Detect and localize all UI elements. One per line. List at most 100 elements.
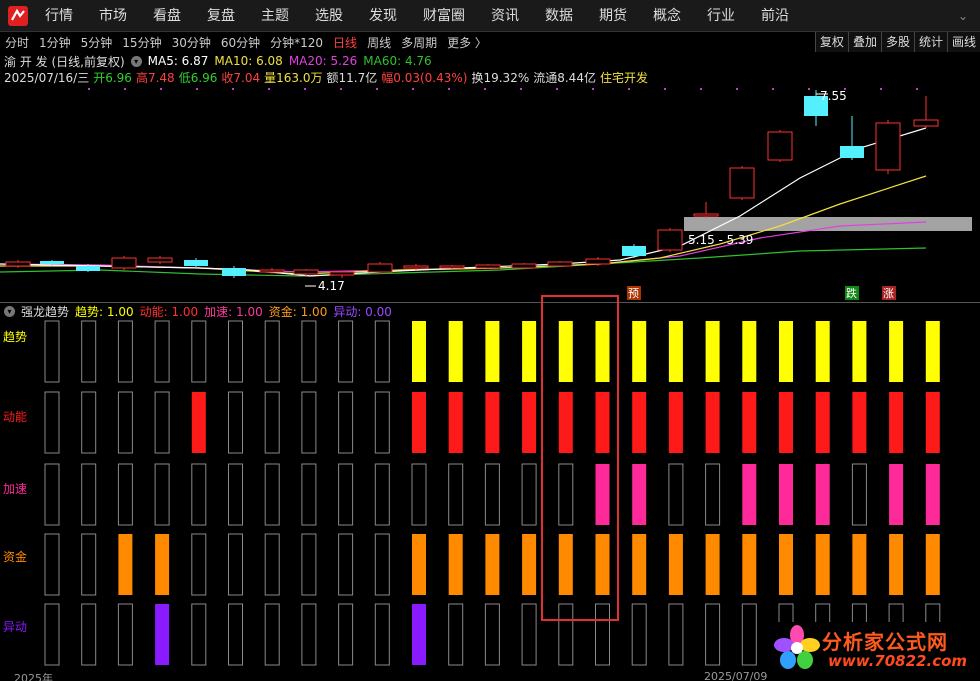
indicator-cell-anomaly: [44, 603, 60, 666]
indicator-cell-accel: [558, 463, 574, 526]
nav-item[interactable]: 复盘: [194, 0, 248, 32]
indicator-cell-trend: [117, 320, 133, 383]
indicator-cell-momentum: [742, 392, 757, 453]
period-tab[interactable]: 周线: [362, 34, 396, 51]
quote-open: 开6.96: [93, 70, 132, 85]
marker-dot: [124, 88, 126, 90]
indicator-cell-accel: [595, 464, 610, 525]
nav-item[interactable]: 主题: [248, 0, 302, 32]
nav-item[interactable]: 行情: [32, 0, 86, 32]
quote-info-row: 2025/07/16/三 开6.96 高7.48 低6.96 收7.04 量16…: [4, 69, 648, 85]
indicator-cell-accel: [117, 463, 133, 526]
indicator-cell-accel: [851, 463, 867, 526]
candle-body: [767, 131, 793, 161]
stock-name[interactable]: 渝 开 发 (日线,前复权): [4, 53, 125, 70]
ma60-line: [0, 247, 927, 277]
indicator-cell-anomaly: [301, 603, 317, 666]
candle-body: [222, 268, 246, 276]
nav-item[interactable]: 前沿: [748, 0, 802, 32]
indicator-cell-accel: [228, 463, 243, 526]
indicator-cell-capital: [44, 533, 60, 596]
app-logo-icon[interactable]: [4, 2, 32, 30]
nav-item[interactable]: 概念: [640, 0, 694, 32]
marker-dot: [376, 88, 378, 90]
settings-circle-icon[interactable]: ▾: [130, 55, 142, 67]
period-tab[interactable]: 30分钟: [167, 34, 216, 51]
indicator-cell-capital: [632, 534, 647, 595]
candle-body: [111, 257, 137, 269]
indicator-row-label: 资金: [3, 550, 28, 564]
indicator-cell-trend: [522, 321, 537, 382]
period-tab[interactable]: 分时: [0, 34, 34, 51]
toolbar-button[interactable]: 复权: [814, 32, 848, 52]
quote-high: 高7.48: [135, 70, 175, 85]
period-tab[interactable]: 15分钟: [117, 34, 166, 51]
indicator-cell-momentum: [595, 392, 610, 453]
candle-body: [913, 119, 939, 127]
support-zone: [684, 217, 972, 231]
nav-item[interactable]: 数据: [532, 0, 586, 32]
period-tab[interactable]: 1分钟: [34, 34, 76, 51]
indicator-cell-accel: [374, 463, 390, 526]
indicator-cell-trend: [81, 320, 97, 383]
nav-item[interactable]: 看盘: [140, 0, 194, 32]
indicator-cell-momentum: [522, 392, 537, 453]
period-tab[interactable]: 60分钟: [216, 34, 265, 51]
nav-item[interactable]: 选股: [302, 0, 356, 32]
indicator-cell-capital: [374, 533, 390, 596]
indicator-cell-momentum: [374, 391, 390, 454]
indicator-cell-trend: [595, 321, 610, 382]
indicator-cell-accel: [264, 463, 280, 526]
period-tab[interactable]: 更多 〉: [442, 34, 492, 51]
chevron-down-icon[interactable]: ⌄: [958, 9, 968, 23]
indicator-cell-trend: [154, 320, 170, 383]
period-tab[interactable]: 分钟*120: [265, 34, 328, 51]
indicator-cell-trend: [301, 320, 317, 383]
nav-item[interactable]: 市场: [86, 0, 140, 32]
indicator-cell-capital: [81, 533, 97, 596]
indicator-cell-trend: [44, 320, 60, 383]
indicator-cell-capital: [705, 534, 720, 595]
indicator-cell-trend: [779, 321, 793, 382]
indicator-cell-trend: [228, 320, 243, 383]
watermark-url: www.70822.com: [828, 652, 968, 670]
indicator-settings-icon[interactable]: ▾: [4, 305, 15, 317]
indicator-grid[interactable]: 预跌涨: [0, 286, 980, 671]
candle-body: [875, 122, 901, 171]
indicator-row-label: 加速: [3, 482, 28, 496]
toolbar-button[interactable]: 多股: [880, 32, 914, 52]
indicator-cell-capital: [155, 534, 170, 595]
nav-item[interactable]: 发现: [356, 0, 410, 32]
indicator-cell-accel: [301, 463, 317, 526]
ma-info-row: 渝 开 发 (日线,前复权) ▾ MA5: 6.87 MA10: 6.08 MA…: [4, 53, 432, 69]
toolbar-button[interactable]: 叠加: [847, 32, 881, 52]
indicator-cell-capital: [301, 533, 317, 596]
ma5-value: MA5: 6.87: [147, 54, 209, 68]
toolbar-button[interactable]: 统计: [913, 32, 947, 52]
nav-item[interactable]: 资讯: [478, 0, 532, 32]
candlestick-chart[interactable]: 7.55 4.17 5.15 - 5.39: [0, 86, 980, 302]
indicator-cell-momentum: [154, 391, 170, 454]
indicator-cell-momentum: [889, 392, 904, 453]
indicator-cell-trend: [925, 321, 940, 382]
nav-item[interactable]: 行业: [694, 0, 748, 32]
period-tab[interactable]: 多周期: [396, 34, 442, 51]
indicator-cell-accel: [779, 464, 793, 525]
indicator-cell-accel: [484, 463, 500, 526]
indicator-cell-trend: [191, 320, 207, 383]
indicator-cell-momentum: [264, 391, 280, 454]
indicator-cell-momentum: [815, 392, 830, 453]
indicator-cell-accel: [668, 463, 684, 526]
indicator-row-label: 趋势: [3, 330, 28, 344]
toolbar-button[interactable]: 画线: [946, 32, 980, 52]
period-tab[interactable]: 日线: [328, 34, 362, 51]
quote-sector[interactable]: 住宅开发: [600, 69, 648, 86]
candle-body: [657, 229, 683, 251]
candle-body: [184, 260, 208, 266]
quote-volume: 量163.0万: [264, 70, 323, 85]
nav-item[interactable]: 期货: [586, 0, 640, 32]
period-tab[interactable]: 5分钟: [76, 34, 118, 51]
candle-body: [329, 271, 355, 276]
indicator-cell-trend: [852, 321, 867, 382]
nav-item[interactable]: 财富圈: [410, 0, 478, 32]
